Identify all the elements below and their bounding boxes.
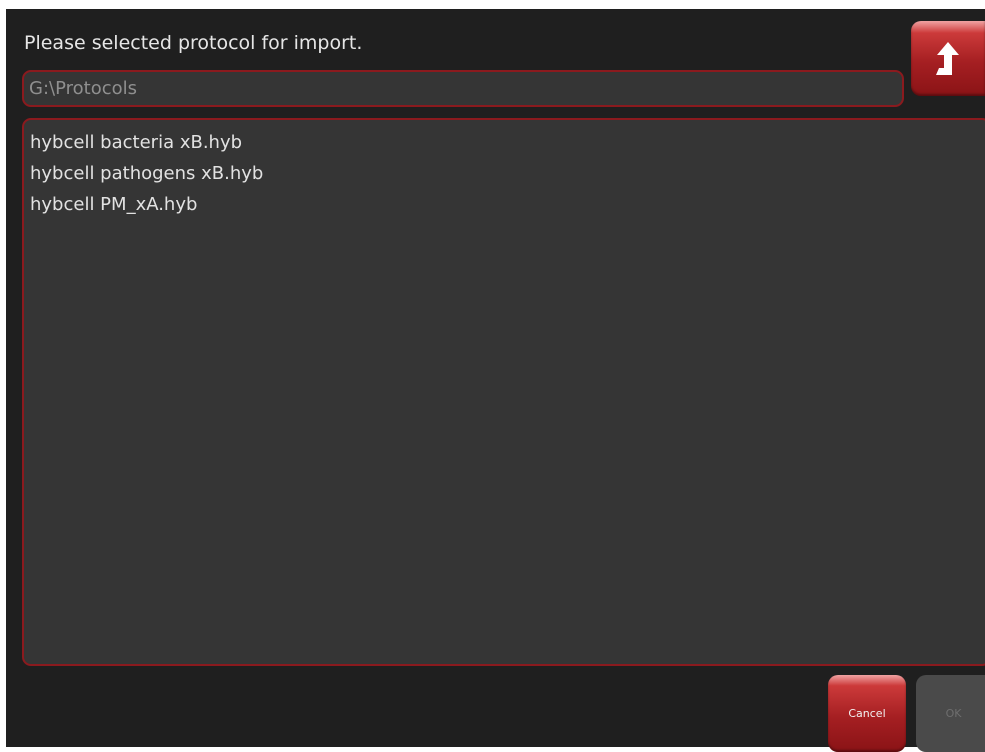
file-item[interactable]: hybcell PM_xA.hyb [30, 189, 985, 220]
ok-button[interactable]: OK [916, 675, 985, 752]
file-list[interactable]: hybcell bacteria xB.hyb hybcell pathogen… [22, 118, 985, 666]
arrow-up-icon [936, 42, 959, 75]
import-protocol-dialog: Please selected protocol for import. G:\… [6, 9, 985, 752]
file-item[interactable]: hybcell pathogens xB.hyb [30, 158, 985, 189]
up-folder-button[interactable] [911, 21, 985, 96]
file-item[interactable]: hybcell bacteria xB.hyb [30, 127, 985, 158]
dialog-prompt: Please selected protocol for import. [24, 32, 363, 54]
cancel-button[interactable]: Cancel [828, 675, 906, 752]
path-field[interactable]: G:\Protocols [22, 70, 904, 107]
